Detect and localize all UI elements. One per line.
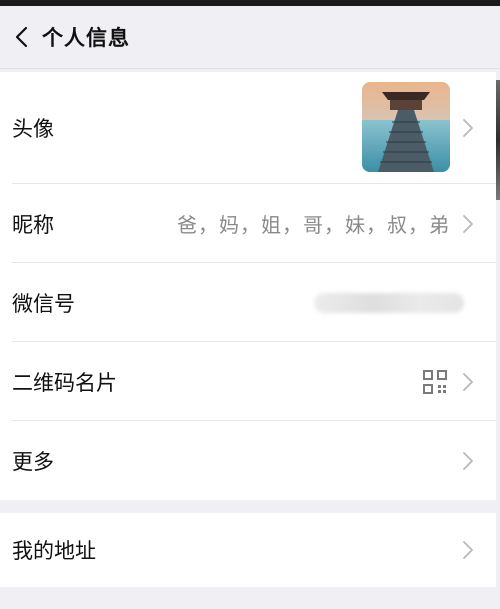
page-title: 个人信息 (42, 26, 130, 50)
chevron-right-icon (462, 372, 474, 392)
chevron-left-icon (15, 26, 28, 48)
avatar-row[interactable]: 头像 (0, 72, 496, 184)
qr-code-icon (422, 369, 448, 395)
chevron-right-icon (462, 214, 474, 234)
chevron-right-icon (462, 540, 474, 560)
address-label: 我的地址 (12, 539, 96, 563)
qr-card-label: 二维码名片 (12, 370, 117, 395)
chevron-right-icon (462, 118, 474, 138)
qr-card-row[interactable]: 二维码名片 (0, 342, 496, 421)
avatar-image (362, 82, 450, 172)
more-label: 更多 (12, 449, 54, 474)
wechat-id-row[interactable]: 微信号 (0, 263, 496, 342)
nickname-value: 爸，妈，姐，哥，妹，叔，弟 (177, 213, 450, 237)
avatar (362, 82, 450, 172)
background-image-edge (496, 80, 500, 200)
back-button[interactable] (0, 6, 44, 68)
profile-settings-group: 头像 昵称 爸，妈，姐，哥，妹，叔，弟 微信号 二维码名片 更多 (0, 72, 496, 500)
avatar-label: 头像 (12, 117, 54, 141)
nickname-row[interactable]: 昵称 爸，妈，姐，哥，妹，叔，弟 (0, 184, 496, 263)
wechat-id-label: 微信号 (12, 291, 75, 316)
address-row[interactable]: 我的地址 (0, 513, 496, 587)
chevron-right-icon (462, 451, 474, 471)
wechat-id-value-redacted (314, 292, 464, 313)
address-group: 我的地址 (0, 513, 496, 587)
more-row[interactable]: 更多 (0, 421, 496, 500)
nickname-label: 昵称 (12, 212, 54, 237)
navigation-bar: 个人信息 (0, 6, 500, 69)
